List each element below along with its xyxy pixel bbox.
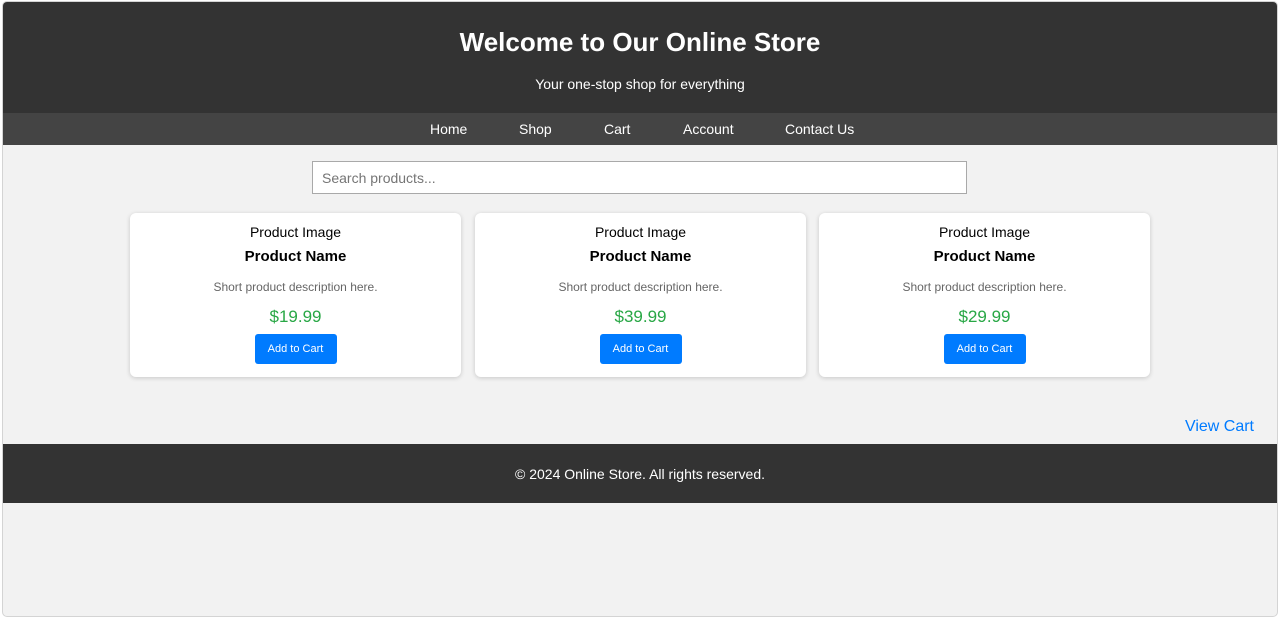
page-subtitle: Your one-stop shop for everything <box>535 76 745 92</box>
product-image: Product Image <box>819 224 1150 240</box>
product-price: $29.99 <box>958 307 1011 326</box>
product-name: Product Name <box>244 248 347 265</box>
nav-item-home[interactable]: Home <box>430 120 467 138</box>
product-name: Product Name <box>933 248 1036 265</box>
view-cart-link[interactable]: View Cart <box>1185 418 1254 436</box>
product-name: Product Name <box>589 248 692 265</box>
product-price: $39.99 <box>614 307 667 326</box>
add-to-cart-button[interactable]: Add to Cart <box>599 334 682 364</box>
site-header: Welcome to Our Online Store Your one-sto… <box>3 2 1277 113</box>
product-card: Product Image Product Name Short product… <box>130 213 461 377</box>
nav-item-cart[interactable]: Cart <box>604 120 630 138</box>
add-to-cart-button[interactable]: Add to Cart <box>254 334 337 364</box>
main-nav: Home Shop Cart Account Contact Us <box>3 113 1277 145</box>
product-image-alt: Product Image <box>938 224 1031 240</box>
product-description: Short product description here. <box>558 280 723 294</box>
product-image-alt: Product Image <box>594 224 687 240</box>
add-to-cart-button[interactable]: Add to Cart <box>943 334 1026 364</box>
product-description: Short product description here. <box>902 280 1067 294</box>
nav-item-contact-us[interactable]: Contact Us <box>785 120 854 138</box>
product-image: Product Image <box>475 224 806 240</box>
product-image: Product Image <box>130 224 461 240</box>
product-card: Product Image Product Name Short product… <box>475 213 806 377</box>
search-input[interactable] <box>312 161 967 194</box>
product-price: $19.99 <box>269 307 322 326</box>
page-frame: Welcome to Our Online Store Your one-sto… <box>2 1 1278 617</box>
site-footer: © 2024 Online Store. All rights reserved… <box>3 444 1277 503</box>
footer-copyright: © 2024 Online Store. All rights reserved… <box>515 466 765 482</box>
product-card: Product Image Product Name Short product… <box>819 213 1150 377</box>
page-title: Welcome to Our Online Store <box>459 27 821 57</box>
nav-item-shop[interactable]: Shop <box>519 120 552 138</box>
product-description: Short product description here. <box>213 280 378 294</box>
nav-item-account[interactable]: Account <box>683 120 734 138</box>
product-image-alt: Product Image <box>249 224 342 240</box>
